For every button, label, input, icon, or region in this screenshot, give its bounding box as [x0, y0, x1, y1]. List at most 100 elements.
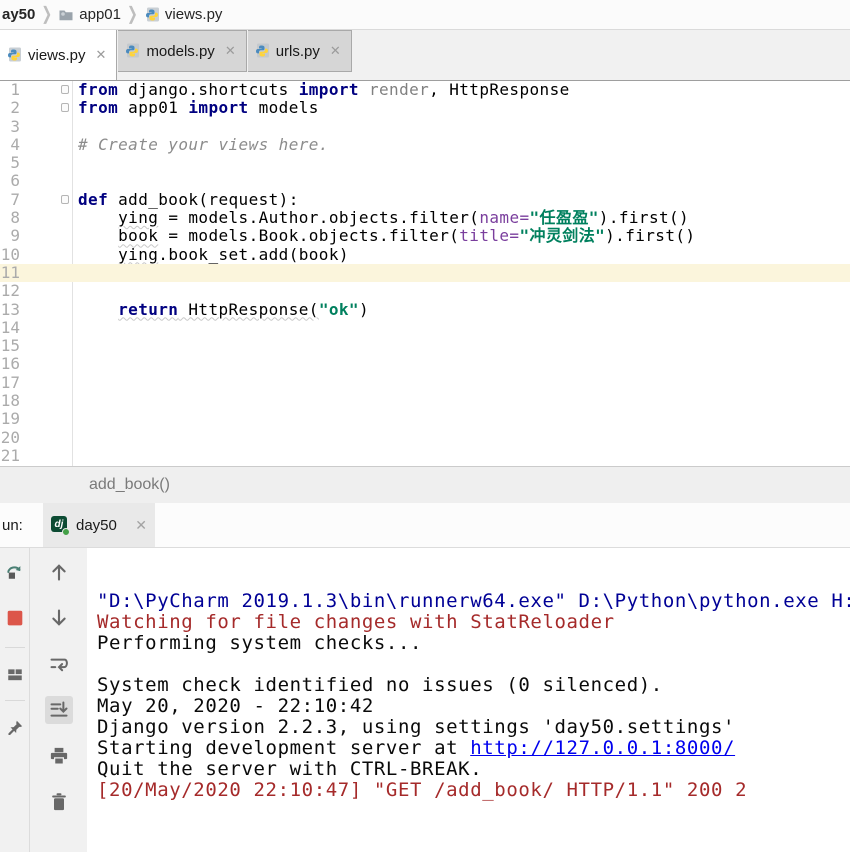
tab-models-py[interactable]: models.py ✕	[118, 30, 246, 72]
code-token: render	[359, 81, 429, 99]
line-number: 11	[0, 264, 20, 282]
run-tool-window-header: un: dj day50 ✕	[0, 503, 850, 548]
tab-label: views.py	[28, 47, 86, 64]
code-token: def	[78, 190, 108, 209]
code-line[interactable]: 10 ying.book_set.add(book)	[0, 246, 850, 264]
code-line[interactable]: 15	[0, 337, 850, 355]
fold-marker-icon[interactable]	[61, 85, 69, 94]
code-line[interactable]: 19	[0, 410, 850, 428]
close-icon[interactable]: ✕	[96, 47, 107, 63]
console-line: Performing system checks...	[97, 633, 850, 654]
down-arrow-icon[interactable]	[48, 607, 70, 629]
code-lines: 1from django.shortcuts import render, Ht…	[0, 81, 850, 465]
clear-all-icon[interactable]	[48, 791, 70, 813]
code-line[interactable]: 6	[0, 172, 850, 190]
restore-layout-icon[interactable]	[4, 664, 26, 686]
code-token	[78, 300, 118, 319]
run-toolbar	[0, 548, 30, 852]
code-line[interactable]: 8 ying = models.Author.objects.filter(na…	[0, 209, 850, 227]
code-token: title=	[459, 226, 519, 245]
code-token: book	[118, 226, 158, 245]
code-token: )	[359, 300, 369, 319]
close-icon[interactable]: ✕	[225, 43, 236, 59]
breadcrumb-package[interactable]: app01	[58, 6, 121, 23]
code-line[interactable]: 21	[0, 447, 850, 465]
line-number: 14	[0, 319, 20, 337]
code-line[interactable]: 7def add_book(request):	[0, 191, 850, 209]
line-number: 6	[0, 172, 20, 190]
code-token: import	[299, 81, 359, 99]
line-number: 17	[0, 374, 20, 392]
python-file-icon	[144, 7, 160, 23]
code-line[interactable]: 1from django.shortcuts import render, Ht…	[0, 81, 850, 99]
console-line: Quit the server with CTRL-BREAK.	[97, 759, 850, 780]
run-tab-label: day50	[76, 517, 117, 534]
console-text: Quit the server with CTRL-BREAK.	[97, 758, 482, 780]
console-text: Starting development server at	[97, 737, 470, 759]
code-token: .book_set.add(book)	[158, 245, 349, 264]
rerun-server-icon[interactable]	[4, 561, 26, 583]
line-number: 21	[0, 447, 20, 465]
run-console-output[interactable]: "D:\PyCharm 2019.1.3\bin\runnerw64.exe" …	[87, 548, 850, 852]
current-function-breadcrumb[interactable]: add_book()	[89, 476, 170, 494]
soft-wrap-icon[interactable]	[48, 653, 70, 675]
breadcrumb-file[interactable]: views.py	[144, 6, 223, 23]
code-line[interactable]: 4 # Create your views here.	[0, 136, 850, 154]
line-number: 19	[0, 410, 20, 428]
fold-marker-icon[interactable]	[61, 195, 69, 204]
code-token: # Create your views here.	[78, 135, 329, 154]
up-arrow-icon[interactable]	[48, 561, 70, 583]
code-line[interactable]: 20	[0, 429, 850, 447]
code-line[interactable]: 11	[0, 264, 850, 282]
code-token	[78, 245, 118, 264]
breadcrumb-package-label: app01	[79, 6, 121, 23]
line-number: 18	[0, 392, 20, 410]
fold-marker-icon[interactable]	[61, 103, 69, 112]
print-icon[interactable]	[48, 745, 70, 767]
code-token: ).first()	[605, 226, 695, 245]
code-line[interactable]: 2from app01 import models	[0, 99, 850, 117]
console-line	[97, 654, 850, 675]
code-editor[interactable]: 1from django.shortcuts import render, Ht…	[0, 81, 850, 466]
stop-icon[interactable]	[4, 607, 26, 629]
code-line[interactable]: 12	[0, 282, 850, 300]
code-token: name=	[479, 208, 529, 227]
code-line[interactable]: 17	[0, 374, 850, 392]
code-line[interactable]: 3	[0, 118, 850, 136]
breadcrumb-project[interactable]: ay50	[2, 6, 35, 23]
code-line[interactable]: 16	[0, 355, 850, 373]
line-number: 9	[0, 227, 20, 245]
line-number: 10	[0, 246, 20, 264]
breadcrumb-project-label: ay50	[2, 6, 35, 23]
running-indicator-dot	[62, 528, 70, 536]
line-number: 13	[0, 301, 20, 319]
line-number: 4	[0, 136, 20, 154]
code-token: HttpResponse(	[178, 300, 318, 319]
chevron-right-icon: ❯	[127, 3, 138, 25]
code-line[interactable]: 5	[0, 154, 850, 172]
code-line[interactable]: 9 book = models.Book.objects.filter(titl…	[0, 227, 850, 245]
close-icon[interactable]: ✕	[135, 517, 147, 534]
server-url-link[interactable]: http://127.0.0.1:8000/	[470, 737, 735, 759]
code-line[interactable]: 13 return HttpResponse("ok")	[0, 301, 850, 319]
pin-tab-icon[interactable]	[4, 717, 26, 739]
console-text: [20/May/2020 22:10:47] "GET /add_book/ H…	[97, 779, 747, 801]
tab-views-py[interactable]: views.py ✕	[0, 30, 117, 80]
console-line: May 20, 2020 - 22:10:42	[97, 696, 850, 717]
python-file-icon	[254, 43, 270, 59]
console-text: Performing system checks...	[97, 632, 422, 654]
scroll-to-end-icon[interactable]	[45, 696, 73, 724]
line-number: 5	[0, 154, 20, 172]
toolbar-divider	[5, 647, 25, 648]
chevron-right-icon: ❯	[41, 3, 52, 25]
tab-urls-py[interactable]: urls.py ✕	[248, 30, 352, 72]
line-number: 2	[0, 99, 20, 117]
code-token	[78, 208, 118, 227]
code-line[interactable]: 14	[0, 319, 850, 337]
folder-icon	[58, 7, 74, 23]
close-icon[interactable]: ✕	[330, 43, 341, 59]
code-token: "任盈盈"	[530, 208, 599, 227]
code-token: ying	[118, 208, 158, 227]
run-config-tab-day50[interactable]: dj day50 ✕	[43, 503, 155, 547]
code-line[interactable]: 18	[0, 392, 850, 410]
